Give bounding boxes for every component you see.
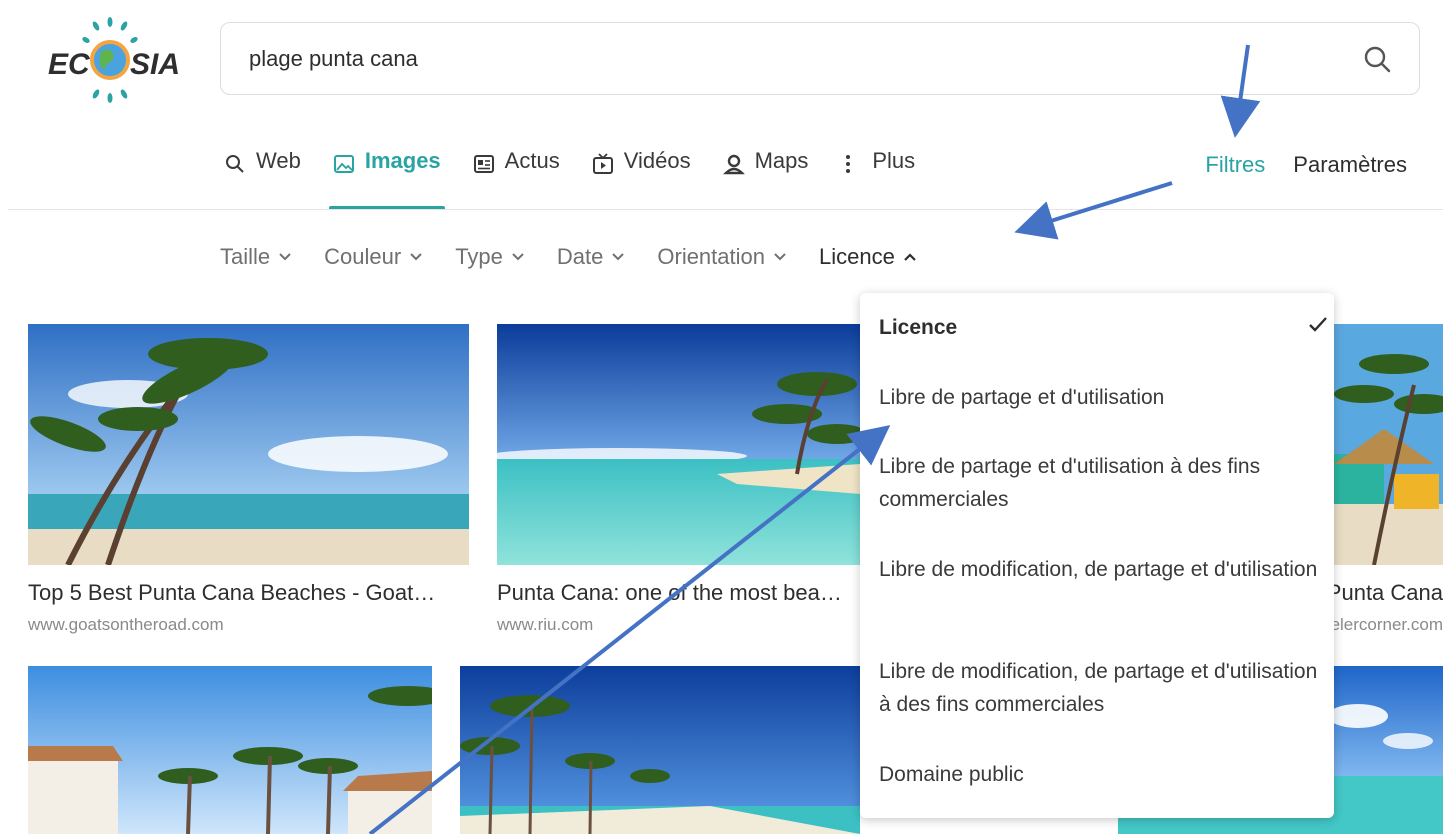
- filter-orientation[interactable]: Orientation: [657, 244, 787, 270]
- tab-news-label: Actus: [504, 148, 560, 173]
- tab-web-label: Web: [256, 148, 301, 173]
- filter-type-label: Type: [455, 244, 503, 269]
- tab-maps[interactable]: Maps: [722, 148, 809, 210]
- video-icon: [592, 153, 613, 174]
- filters-link[interactable]: Filtres: [1205, 152, 1265, 178]
- chevron-up-icon: [904, 253, 916, 261]
- search-icon[interactable]: [1361, 43, 1393, 75]
- header-links: Filtres Paramètres: [1177, 152, 1407, 178]
- arrow-to-licence: [1014, 181, 1173, 240]
- logo-text-right: SIA: [130, 48, 180, 81]
- filter-date[interactable]: Date: [557, 244, 625, 270]
- logo-text-left: EC: [48, 48, 91, 81]
- filter-licence[interactable]: Licence: [819, 244, 917, 270]
- image-result-4[interactable]: [28, 666, 432, 834]
- licence-option-public-domain[interactable]: Domaine public: [879, 758, 1319, 791]
- chevron-down-icon: [774, 253, 786, 261]
- result-image: [1334, 324, 1443, 565]
- tab-images[interactable]: Images: [328, 148, 445, 210]
- image-result-5[interactable]: [460, 666, 860, 834]
- filter-color[interactable]: Couleur: [324, 244, 423, 270]
- filter-type[interactable]: Type: [455, 244, 525, 270]
- result-image: [497, 324, 860, 565]
- tab-more-label: Plus: [872, 148, 916, 173]
- licence-option-modify-share-use[interactable]: Libre de modification, de partage et d'u…: [879, 553, 1319, 586]
- licence-option-share-use-commercial[interactable]: Libre de partage et d'utilisation à des …: [879, 450, 1319, 516]
- licence-option-share-use[interactable]: Libre de partage et d'utilisation: [879, 381, 1319, 414]
- search-icon: [226, 155, 244, 173]
- map-pin-icon: [722, 154, 745, 175]
- search-tabs: Web Images Actus Vidéos Maps Plus: [224, 148, 947, 210]
- filter-size-label: Taille: [220, 244, 271, 269]
- filter-licence-label: Licence: [819, 244, 895, 269]
- check-icon: [1309, 317, 1327, 332]
- image-result-1[interactable]: [28, 324, 469, 565]
- licence-dropdown-title-label: Licence: [879, 316, 958, 339]
- licence-dropdown-title[interactable]: Licence: [879, 311, 1327, 344]
- header-divider: [8, 209, 1443, 210]
- news-icon: [473, 155, 494, 173]
- ecosia-logo[interactable]: EC SIA: [36, 14, 184, 106]
- image-icon: [333, 155, 354, 173]
- result-image: [28, 324, 469, 565]
- tab-more[interactable]: Plus: [840, 148, 915, 210]
- filter-size[interactable]: Taille: [220, 244, 292, 270]
- tab-videos-label: Vidéos: [623, 148, 691, 173]
- tab-videos[interactable]: Vidéos: [592, 148, 691, 210]
- result-source-2[interactable]: www.riu.com: [497, 615, 797, 635]
- result-source-1[interactable]: www.goatsontheroad.com: [28, 615, 328, 635]
- image-result-3[interactable]: [1334, 324, 1443, 565]
- result-title-1[interactable]: Top 5 Best Punta Cana Beaches - Goats On…: [28, 580, 443, 606]
- search-input[interactable]: [249, 23, 1329, 94]
- more-vertical-icon: [846, 155, 851, 173]
- tab-maps-label: Maps: [754, 148, 809, 173]
- result-image: [28, 666, 432, 834]
- image-result-2[interactable]: [497, 324, 860, 565]
- tab-news[interactable]: Actus: [473, 148, 560, 210]
- filter-orientation-label: Orientation: [657, 244, 765, 269]
- result-title-2[interactable]: Punta Cana: one of the most beautiful be…: [497, 580, 847, 606]
- settings-link[interactable]: Paramètres: [1293, 152, 1407, 178]
- filter-date-label: Date: [556, 244, 604, 269]
- chevron-down-icon: [512, 253, 524, 261]
- result-title-3[interactable]: What to See and Do in Punta Cana: [1334, 580, 1443, 606]
- result-source-3[interactable]: www.travelercorner.com: [1334, 615, 1443, 635]
- tab-images-label: Images: [364, 148, 441, 173]
- tab-web[interactable]: Web: [224, 148, 301, 210]
- search-box: [220, 22, 1420, 95]
- filter-color-label: Couleur: [324, 244, 402, 269]
- licence-dropdown: Licence Libre de partage et d'utilisatio…: [860, 293, 1334, 818]
- chevron-down-icon: [410, 253, 422, 261]
- result-image: [460, 666, 860, 834]
- chevron-down-icon: [279, 253, 291, 261]
- licence-option-modify-share-use-commercial[interactable]: Libre de modification, de partage et d'u…: [879, 655, 1319, 721]
- filter-bar: Taille Couleur Type Date Orientation Lic…: [220, 244, 949, 270]
- chevron-down-icon: [612, 253, 625, 261]
